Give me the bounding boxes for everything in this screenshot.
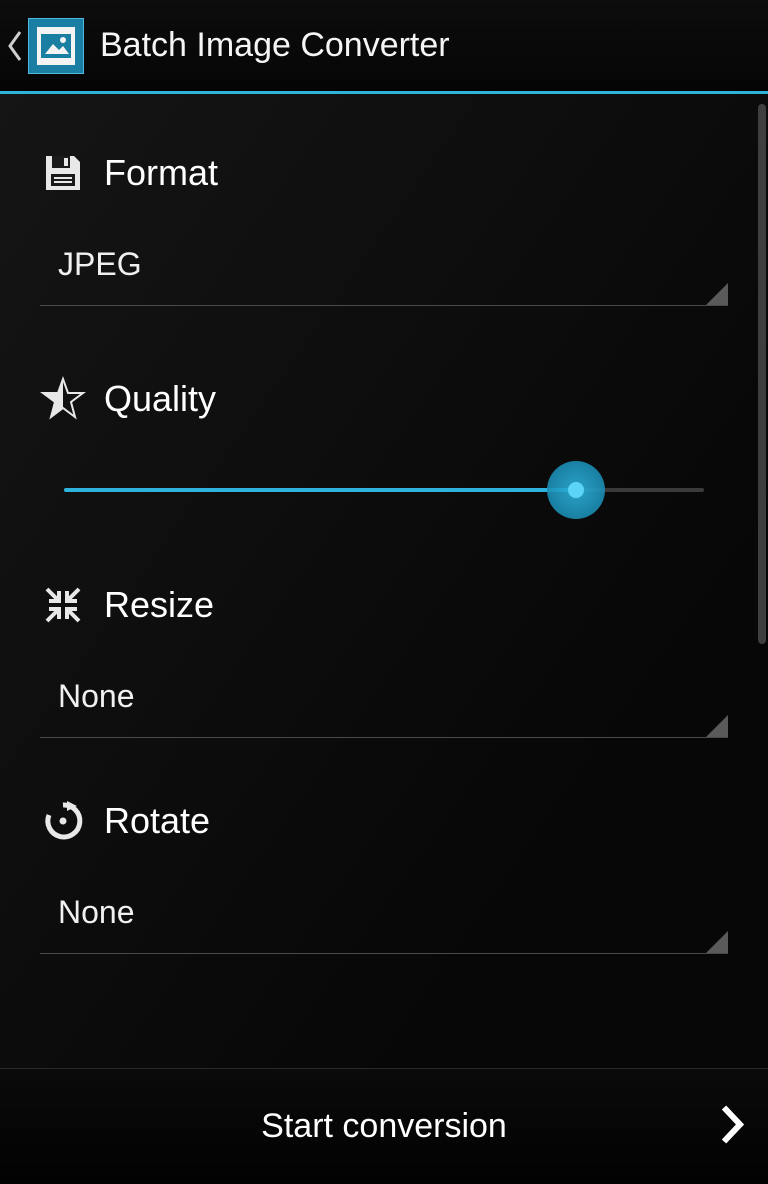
quality-slider[interactable]: [40, 452, 728, 552]
chevron-right-icon: [718, 1101, 746, 1152]
rotate-icon: [40, 798, 86, 844]
section-format: Format JPEG: [40, 150, 728, 306]
app-root: Batch Image Converter: [0, 0, 768, 1184]
section-resize: Resize None: [40, 582, 728, 738]
rotate-spinner[interactable]: None: [40, 874, 728, 954]
app-icon[interactable]: [28, 18, 84, 74]
resize-title-label: Resize: [104, 584, 214, 626]
section-header-rotate: Rotate: [40, 798, 728, 844]
settings-scroll[interactable]: Format JPEG Quality: [0, 94, 768, 1068]
slider-fill: [64, 488, 576, 492]
format-spinner[interactable]: JPEG: [40, 226, 728, 306]
back-button[interactable]: [6, 28, 24, 64]
action-bar: Batch Image Converter: [0, 0, 768, 94]
resize-spinner[interactable]: None: [40, 658, 728, 738]
start-conversion-button[interactable]: Start conversion: [0, 1068, 768, 1184]
section-quality: Quality: [40, 376, 728, 552]
save-icon: [40, 150, 86, 196]
format-title-label: Format: [104, 152, 218, 194]
slider-track: [64, 488, 704, 492]
quality-title-label: Quality: [104, 378, 216, 420]
format-value: JPEG: [58, 246, 142, 282]
content-area: Format JPEG Quality: [0, 94, 768, 1184]
image-icon: [41, 34, 71, 58]
collapse-icon: [40, 582, 86, 628]
section-rotate: Rotate None: [40, 798, 728, 954]
chevron-left-icon: [6, 28, 24, 64]
section-header-format: Format: [40, 150, 728, 196]
rotate-value: None: [58, 894, 135, 930]
star-half-icon: [40, 376, 86, 422]
section-header-resize: Resize: [40, 582, 728, 628]
scrollbar[interactable]: [758, 104, 766, 644]
rotate-title-label: Rotate: [104, 800, 210, 842]
app-title: Batch Image Converter: [100, 26, 450, 65]
resize-value: None: [58, 678, 135, 714]
start-conversion-label: Start conversion: [261, 1107, 507, 1146]
slider-thumb-dot: [568, 482, 584, 498]
section-header-quality: Quality: [40, 376, 728, 422]
